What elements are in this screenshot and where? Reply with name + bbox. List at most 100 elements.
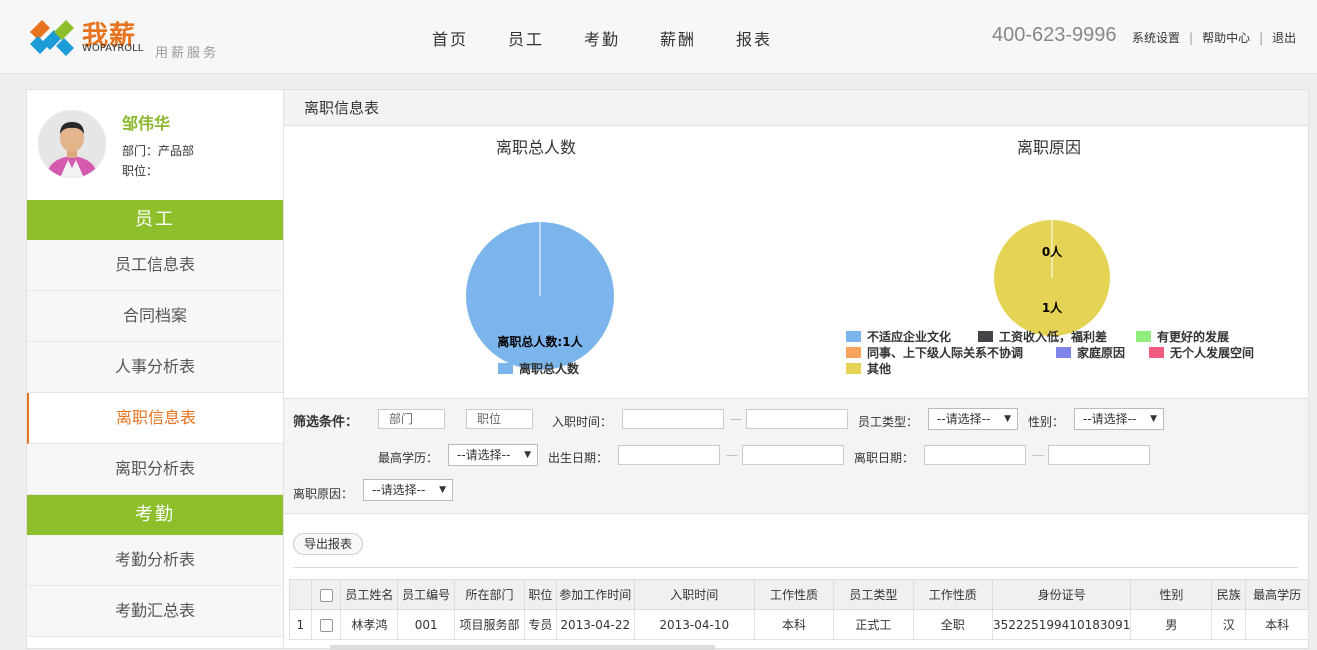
cell-position: 专员 [523,609,557,640]
page-title: 离职信息表 [284,90,1308,126]
cell-work-start: 2013-04-22 [555,609,635,640]
leave-date-start[interactable] [924,445,1026,465]
divider [293,567,1298,568]
education-select[interactable]: --请选择-- ▼ [448,444,538,466]
nav-employee[interactable]: 员工 [488,26,564,50]
join-time-start[interactable] [622,409,724,429]
nav-home[interactable]: 首页 [412,26,488,50]
col-header[interactable]: 员工类型 [833,579,914,610]
logo[interactable]: 我薪 WOPAYROLL 用薪服务 [26,12,226,62]
select-value: --请选择-- [372,483,426,497]
export-report-button[interactable]: 导出报表 [293,533,363,555]
chart1-pie: 离职总人数:1人 [466,222,614,370]
legend-item[interactable]: 工资收入低，福利差 [978,328,1136,345]
col-header[interactable]: 职位 [523,579,557,610]
logo-english: WOPAYROLL [82,43,144,54]
education-label: 最高学历： [378,451,439,465]
col-header[interactable]: 身份证号 [991,579,1132,610]
chevron-down-icon: ▼ [524,450,531,460]
select-value: --请选择-- [1083,412,1137,426]
position-input[interactable]: 职位 [466,409,533,429]
legend-item[interactable]: 同事、上下级人际关系不协调 [846,344,1056,361]
legend-swatch [846,347,861,358]
legend-swatch [846,363,861,374]
col-header[interactable]: 民族 [1211,579,1247,610]
sidebar-item-employee-info[interactable]: 员工信息表 [27,240,283,291]
cell-name: 林孝鸿 [340,609,399,640]
legend-swatch [1136,331,1151,342]
legend-item[interactable]: 家庭原因 [1056,344,1149,361]
cell-work-nature: 本科 [753,609,835,640]
sidebar-item-contract[interactable]: 合同档案 [27,291,283,342]
divider: | [1259,31,1264,45]
sidebar-section-attendance[interactable]: 考勤 [27,495,283,535]
birth-date-end[interactable] [742,445,844,465]
top-links: 系统设置 | 帮助中心 | 退出 [1132,29,1296,46]
legend-item[interactable]: 有更好的发展 [1136,328,1229,345]
chart2-legend-row3: 其他 [846,360,891,377]
link-logout[interactable]: 退出 [1272,31,1296,45]
legend-label: 离职总人数 [519,362,580,376]
link-help[interactable]: 帮助中心 [1202,31,1250,45]
birth-date-start[interactable] [618,445,720,465]
chart1-legend: 离职总人数 [498,360,579,377]
top-header: 我薪 WOPAYROLL 用薪服务 首页 员工 考勤 薪酬 报表 400-623… [0,0,1317,74]
avatar [38,110,106,178]
join-time-label: 入职时间： [552,415,613,429]
col-header[interactable]: 工作性质 [753,579,835,610]
horizontal-scrollbar[interactable] [330,645,715,650]
col-header[interactable]: 所在部门 [454,579,525,610]
chart1-title: 离职总人数 [496,138,577,157]
sidebar-item-attendance-summary[interactable]: 考勤汇总表 [27,586,283,637]
cell-emp-no: 001 [397,609,456,640]
sidebar-item-leave-info[interactable]: 离职信息表 [27,393,283,444]
emp-type-select[interactable]: --请选择-- ▼ [928,408,1018,430]
sidebar-item-hr-analysis[interactable]: 人事分析表 [27,342,283,393]
col-header[interactable]: 性别 [1130,579,1213,610]
row-select[interactable] [310,609,342,640]
cell-education: 本科 [1245,609,1309,640]
col-header[interactable]: 参加工作时间 [555,579,635,610]
user-position: 职位： [122,164,159,178]
leave-reason-select[interactable]: --请选择-- ▼ [363,479,453,501]
dept-input[interactable]: 部门 [378,409,445,429]
join-time-end[interactable] [746,409,848,429]
sidebar-item-attendance-analysis[interactable]: 考勤分析表 [27,535,283,586]
checkbox[interactable] [319,618,333,632]
table-row[interactable]: 1 林孝鸿 001 项目服务部 专员 2013-04-22 2013-04-10… [289,609,1309,640]
nav-salary[interactable]: 薪酬 [640,26,716,50]
legend-swatch [978,331,993,342]
gender-select[interactable]: --请选择-- ▼ [1074,408,1164,430]
nav-report[interactable]: 报表 [716,26,792,50]
legend-swatch [846,331,861,342]
col-header[interactable]: 工作性质 [912,579,993,610]
col-header[interactable]: 员工编号 [397,579,456,610]
sidebar-item-leave-analysis[interactable]: 离职分析表 [27,444,283,495]
nav-attendance[interactable]: 考勤 [564,26,640,50]
chevron-down-icon: ▼ [439,485,446,495]
pie-data-label: 离职总人数:1人 [497,334,583,349]
pie-data-label: 1人 [1042,300,1063,315]
legend-item[interactable]: 无个人发展空间 [1149,344,1254,361]
leave-date-label: 离职日期： [854,451,915,465]
leave-date-end[interactable] [1048,445,1150,465]
link-settings[interactable]: 系统设置 [1132,31,1180,45]
sidebar: 邹伟华 部门：产品部 职位： 员工 员工信息表 合同档案 人事分析表 离职信息表… [26,89,283,649]
legend-item[interactable]: 不适应企业文化 [846,328,978,345]
legend-label: 家庭原因 [1077,346,1126,360]
sidebar-section-employee[interactable]: 员工 [27,200,283,240]
checkbox[interactable] [319,588,333,602]
col-header[interactable]: 入职时间 [633,579,755,610]
legend-label: 其他 [867,362,892,376]
col-select-all[interactable] [310,579,342,610]
col-header[interactable]: 员工姓名 [340,579,399,610]
birth-date-label: 出生日期： [548,451,609,465]
legend-item[interactable]: 其他 [846,360,891,377]
legend-item[interactable]: 离职总人数 [498,360,579,377]
chart2-title: 离职原因 [1017,138,1082,157]
avatar-image [38,110,106,178]
main-nav: 首页 员工 考勤 薪酬 报表 [412,26,792,50]
col-header[interactable]: 最高学历 [1245,579,1309,610]
user-name: 邹伟华 [122,114,171,133]
filter-title: 筛选条件： [293,415,359,430]
